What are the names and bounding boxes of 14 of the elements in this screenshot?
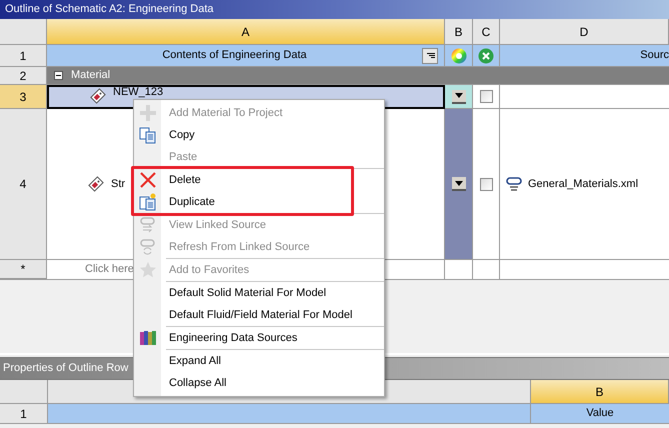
column-title: Contents of Engineering Data xyxy=(161,48,308,64)
material-name: NEW_123 xyxy=(113,87,164,98)
column-title: Value xyxy=(586,406,614,422)
source-file: General_Materials.xml xyxy=(528,176,638,192)
row-number: 2 xyxy=(0,67,47,85)
group-label: Material xyxy=(71,68,110,84)
row-number: 4 xyxy=(0,109,47,260)
material-name: Str xyxy=(111,176,126,192)
row-number: * xyxy=(0,260,47,279)
column-title: Sourc xyxy=(640,48,669,64)
row-number: 1 xyxy=(0,45,47,67)
row-number: 3 xyxy=(0,85,47,109)
panel-title: Outline of Schematic A2: Engineering Data xyxy=(0,0,669,19)
row-number: 1 xyxy=(0,404,48,424)
